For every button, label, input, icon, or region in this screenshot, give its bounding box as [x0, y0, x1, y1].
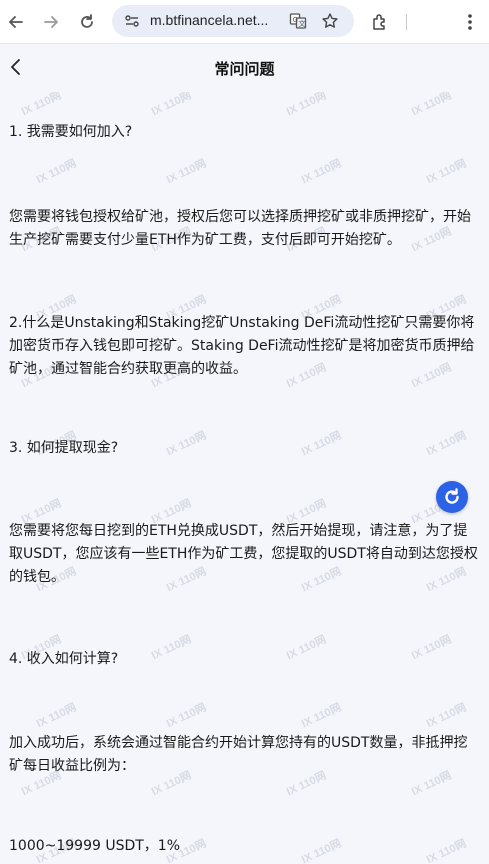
faq-question-answer-2: 2.什么是Unstaking和Staking挖矿Unstaking DeFi流动… — [9, 315, 475, 377]
watermark: IX 110网 — [299, 157, 344, 187]
faq-question-4: 4. 收入如何计算? — [9, 651, 119, 667]
back-arrow-icon[interactable] — [2, 8, 30, 36]
watermark: IX 110网 — [424, 157, 469, 187]
watermark: IX 110网 — [34, 701, 79, 731]
watermark: IX 110网 — [299, 701, 344, 731]
faq-answer-3: 您需要将您每日挖到的ETH兑换成USDT，然后开始提现，请注意，为了提取USDT… — [9, 523, 478, 585]
watermark: IX 110网 — [34, 157, 79, 187]
faq-answer-4: 加入成功后，系统会通过智能合约开始计算您持有的USDT数量，非抵押挖矿每日收益比… — [9, 735, 468, 774]
watermark: IX 110网 — [424, 701, 469, 731]
toolbar-divider — [406, 14, 407, 30]
svg-text:文: 文 — [299, 19, 306, 28]
reload-icon[interactable] — [73, 8, 101, 36]
faq-question-3: 3. 如何提取现金? — [9, 440, 119, 456]
faq-question-1: 1. 我需要如何加入? — [9, 124, 133, 140]
refresh-icon — [445, 488, 459, 504]
translate-icon[interactable]: G文 — [288, 11, 308, 31]
faq-answer-1: 您需要将钱包授权给矿池，授权后您可以选择质押挖矿或非质押挖矿，开始生产挖矿需要支… — [9, 209, 471, 248]
svg-text:G: G — [293, 16, 298, 24]
url-text: m.btfinancela.net... — [150, 12, 269, 28]
refresh-float-button[interactable] — [436, 481, 468, 513]
browser-toolbar: m.btfinancela.net... G文 — [0, 0, 489, 44]
forward-arrow-icon[interactable] — [37, 8, 65, 36]
watermark: IX 110网 — [164, 157, 209, 187]
address-bar[interactable]: m.btfinancela.net... G文 — [112, 5, 354, 37]
page-header: 常问问题 — [0, 44, 489, 92]
page-title: 常问问题 — [214, 60, 275, 78]
menu-icon[interactable] — [456, 8, 484, 36]
watermark: IX 110网 — [164, 701, 209, 731]
extensions-icon[interactable] — [366, 8, 394, 36]
site-settings-icon[interactable] — [122, 11, 142, 31]
star-icon[interactable] — [320, 11, 340, 31]
faq-tier-1: 1000~19999 USDT，1% — [9, 838, 181, 854]
